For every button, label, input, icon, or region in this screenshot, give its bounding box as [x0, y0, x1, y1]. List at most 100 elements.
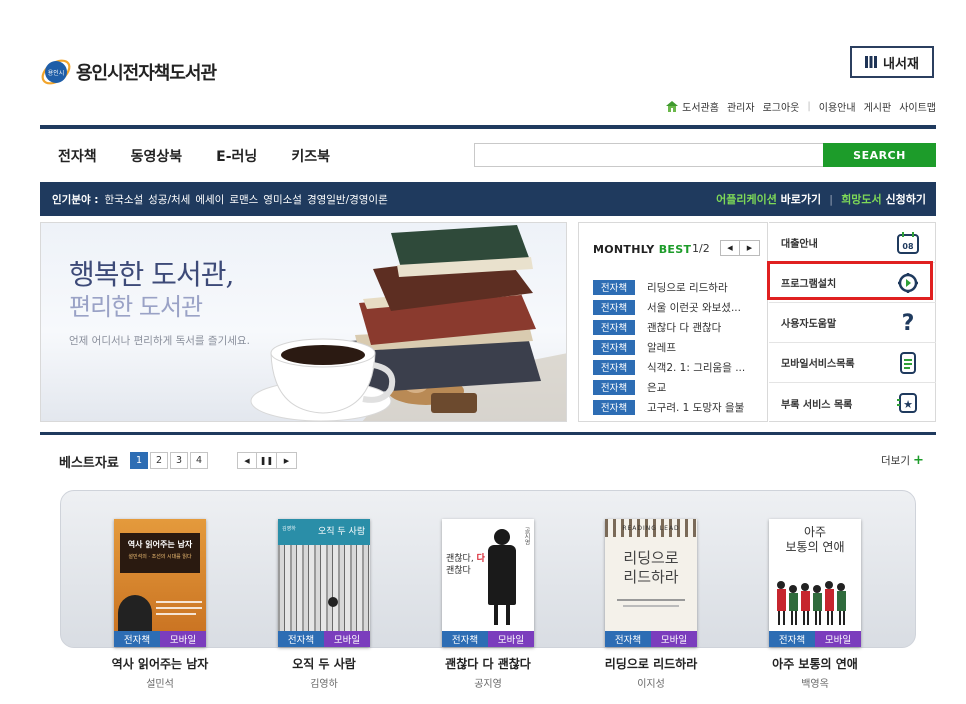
divider: |	[807, 100, 811, 112]
book-title[interactable]: 역사 읽어주는 남자	[75, 655, 245, 672]
bookshelf-icon	[865, 56, 878, 68]
book-cover[interactable]: READING LEAD 리딩으로 리드하라 전자책 모바일	[605, 519, 697, 647]
site-logo[interactable]: 용인시 용인시전자책도서관	[38, 54, 217, 90]
book-author: 이지성	[637, 679, 665, 690]
popular-label: 인기분야 :	[52, 193, 99, 206]
slider-controls: ◀ ❚❚ ▶	[237, 452, 297, 469]
popular-item[interactable]: 성공/처세	[148, 192, 190, 207]
book-cover[interactable]: 아주 보통의 연애 전자책 모바일	[769, 519, 861, 647]
popular-categories-bar: 인기분야 : 한국소설 성공/처세 에세이 로맨스 영미소설 경영일반/경영이론…	[40, 182, 936, 216]
ebook-badge: 전자책	[593, 279, 635, 295]
my-library-label: 내서재	[883, 56, 919, 72]
ebook-badge: 전자책	[769, 631, 815, 647]
pause-icon[interactable]: ❚❚	[257, 452, 277, 469]
popular-item[interactable]: 영미소설	[263, 192, 302, 207]
cover-title: 리딩으로 리드하라	[623, 549, 679, 586]
calendar-icon-text: 08	[902, 242, 914, 251]
popular-item[interactable]: 에세이	[195, 192, 224, 207]
mobile-icon	[896, 351, 920, 375]
book-author: 김영하	[310, 679, 338, 690]
next-arrow-icon[interactable]: ▶	[740, 240, 760, 256]
list-item[interactable]: 전자책 괜찮다 다 괜찮다	[593, 317, 765, 337]
cover-top-text: READING LEAD	[622, 525, 680, 532]
search-button[interactable]: SEARCH	[823, 143, 936, 167]
nav-kids-book[interactable]: 키즈북	[291, 146, 330, 166]
book-cover[interactable]: 괜찮다, 다 괜찮다 공지영 전자책 모바일	[442, 519, 534, 647]
section-divider	[40, 432, 936, 435]
my-library-button[interactable]: 내서재	[850, 46, 934, 78]
book-author: 설민석	[146, 679, 174, 690]
quick-item-mobile-services[interactable]: 모바일서비스목록	[769, 343, 936, 383]
prev-arrow-icon[interactable]: ◀	[237, 452, 257, 469]
link-board[interactable]: 게시판	[864, 99, 892, 114]
ebook-badge: 전자책	[593, 359, 635, 375]
ebook-badge: 전자책	[605, 631, 651, 647]
main-banner[interactable]: 행복한 도서관, 편리한 도서관 언제 어디서나 편리하게 독서를 즐기세요.	[40, 222, 567, 422]
book-author: 백영옥	[801, 679, 829, 690]
quick-menu: 대출안내 08 프로그램설치 사용자도움말 ? 모바일서비스목록 부록 서비스 …	[769, 222, 936, 422]
link-library-home[interactable]: 도서관홈	[682, 99, 719, 114]
cover-title: 괜찮다, 다 괜찮다	[446, 554, 485, 576]
banner-title-line2: 편리한 도서관	[69, 293, 203, 321]
nav-video-book[interactable]: 동영상북	[131, 146, 183, 166]
site-title: 용인시전자책도서관	[76, 63, 217, 84]
ebook-badge: 전자책	[593, 339, 635, 355]
link-sitemap[interactable]: 사이트맵	[899, 99, 936, 114]
logo-emblem-icon: 용인시	[38, 54, 74, 90]
book-cover[interactable]: 오직 두 사람 김영하 전자책 모바일	[278, 519, 370, 647]
list-item[interactable]: 전자책 서울 이런곳 와보셨...	[593, 297, 765, 317]
list-item[interactable]: 전자책 식객2. 1: 그리움을 ...	[593, 357, 765, 377]
nav-ebook[interactable]: 전자책	[58, 146, 97, 166]
book-title[interactable]: 괜찮다 다 괜찮다	[403, 655, 573, 672]
search-input[interactable]	[474, 143, 824, 167]
ebook-badge: 전자책	[114, 631, 160, 647]
best-section-title: 베스트자료	[59, 456, 119, 471]
list-item[interactable]: 전자책 리딩으로 리드하라	[593, 277, 765, 297]
ebook-badge: 전자책	[593, 319, 635, 335]
nav-elearning[interactable]: E-러닝	[216, 146, 257, 166]
ebook-badge: 전자책	[442, 631, 488, 647]
star-device-icon: ★	[896, 391, 920, 415]
cover-subtitle: 설민석의 · 조선의 시대를 읽다	[128, 554, 192, 560]
book-title[interactable]: 오직 두 사람	[239, 655, 409, 672]
book-cover[interactable]: 역사 읽어주는 남자 설민석의 · 조선의 시대를 읽다 전자책 모바일	[114, 519, 206, 647]
popbar-links: 어플리케이션 바로가기 | 희망도서 신청하기	[716, 182, 926, 216]
cover-title: 아주 보통의 연애	[785, 525, 845, 554]
monthly-best-list: 전자책 리딩으로 리드하라 전자책 서울 이런곳 와보셨... 전자책 괜찮다 다 괜…	[593, 277, 765, 417]
ebook-badge: 전자책	[593, 399, 635, 415]
book-title[interactable]: 아주 보통의 연애	[730, 655, 900, 672]
quick-item-appendix-services[interactable]: 부록 서비스 목록 ★	[769, 383, 936, 423]
popular-item[interactable]: 로맨스	[229, 192, 258, 207]
highlight-box-program-install	[767, 261, 933, 300]
cover-person	[494, 529, 510, 545]
quick-item-loan-guide[interactable]: 대출안내 08	[769, 223, 936, 263]
page-button-2[interactable]: 2	[150, 452, 168, 469]
plus-icon: +	[912, 453, 924, 468]
cover-art	[278, 545, 370, 631]
home-icon	[665, 100, 679, 113]
quick-item-user-help[interactable]: 사용자도움말 ?	[769, 303, 936, 343]
page-button-1[interactable]: 1	[130, 452, 148, 469]
prev-arrow-icon[interactable]: ◀	[720, 240, 740, 256]
mobile-badge: 모바일	[488, 631, 534, 647]
list-item[interactable]: 전자책 알레프	[593, 337, 765, 357]
book-title[interactable]: 리딩으로 리드하라	[566, 655, 736, 672]
page-button-4[interactable]: 4	[190, 452, 208, 469]
mobile-badge: 모바일	[815, 631, 861, 647]
logo-mark-text: 용인시	[48, 70, 65, 77]
link-admin[interactable]: 관리자	[727, 99, 755, 114]
cover-title: 역사 읽어주는 남자	[127, 540, 193, 549]
app-shortcut-link[interactable]: 어플리케이션 바로가기	[716, 191, 821, 207]
list-item[interactable]: 전자책 고구려. 1 도망자 을불	[593, 397, 765, 417]
link-guide[interactable]: 이용안내	[819, 99, 856, 114]
popular-item[interactable]: 경영일반/경영이론	[307, 192, 388, 207]
list-item[interactable]: 전자책 은교	[593, 377, 765, 397]
page-button-3[interactable]: 3	[170, 452, 188, 469]
more-link[interactable]: 더보기 +	[881, 453, 924, 468]
cover-author: 김영하	[282, 526, 296, 532]
cover-figures	[777, 581, 846, 625]
next-arrow-icon[interactable]: ▶	[277, 452, 297, 469]
wish-book-link[interactable]: 희망도서 신청하기	[841, 191, 926, 207]
popular-item[interactable]: 한국소설	[105, 192, 144, 207]
link-logout[interactable]: 로그아웃	[763, 99, 800, 114]
